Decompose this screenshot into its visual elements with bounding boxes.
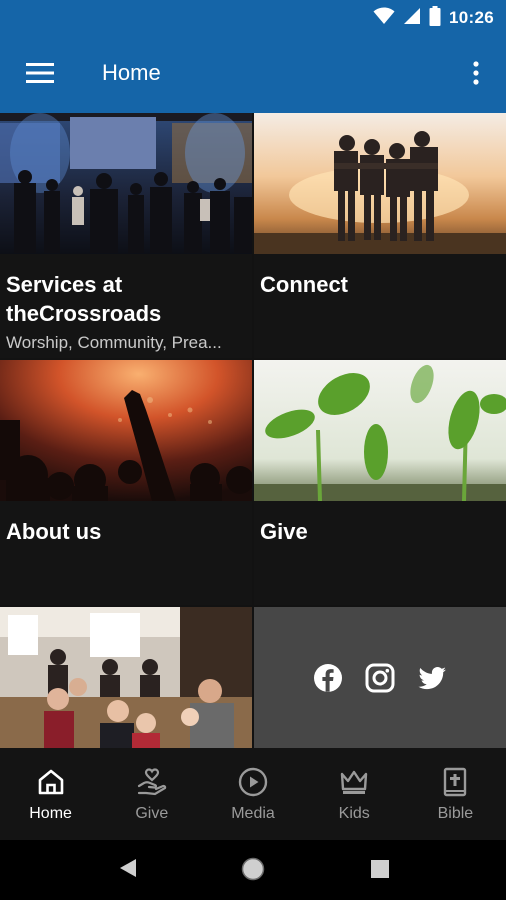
home-circle-icon[interactable] xyxy=(241,857,265,886)
home-tiles-grid: Services at theCrossroads Worship, Commu… xyxy=(0,113,506,748)
about-us-photo xyxy=(0,360,252,501)
give-photo xyxy=(254,360,506,502)
back-icon[interactable] xyxy=(118,857,138,884)
tile-connect-title: Connect xyxy=(260,272,348,297)
app-bar: Home xyxy=(0,36,506,113)
tile-give-title: Give xyxy=(260,519,308,544)
social-links xyxy=(254,607,506,748)
tile-about-us[interactable]: About us xyxy=(0,360,252,605)
twitter-icon[interactable] xyxy=(417,663,447,693)
bible-icon xyxy=(440,767,470,797)
tile-community-photo[interactable] xyxy=(0,607,252,748)
community-photo xyxy=(0,607,252,748)
tile-connect[interactable]: Connect xyxy=(254,113,506,358)
tile-give[interactable]: Give xyxy=(254,360,506,605)
crown-icon xyxy=(339,767,369,797)
battery-icon xyxy=(429,5,441,31)
nav-label-kids: Kids xyxy=(338,805,370,822)
status-time: 10:26 xyxy=(449,8,494,27)
recents-icon[interactable] xyxy=(371,860,389,883)
nav-label-give: Give xyxy=(135,805,169,822)
nav-item-media[interactable]: Media xyxy=(202,748,303,840)
nav-label-bible: Bible xyxy=(437,805,474,822)
facebook-icon[interactable] xyxy=(313,663,343,693)
overflow-menu-button[interactable] xyxy=(458,55,494,95)
nav-label-home: Home xyxy=(29,805,72,822)
nav-item-bible[interactable]: Bible xyxy=(405,748,506,840)
give-hand-heart-icon xyxy=(137,767,167,797)
tile-services-title-line1: Services at xyxy=(6,272,123,297)
signal-icon xyxy=(403,7,421,30)
tile-services-subtitle: Worship, Community, Prea... xyxy=(6,333,222,352)
menu-button[interactable] xyxy=(16,55,64,95)
tile-social-links xyxy=(254,607,506,748)
tile-services-title-line2: theCrossroads xyxy=(6,301,162,326)
status-icons: 10:26 xyxy=(373,5,494,31)
connect-photo xyxy=(254,113,506,254)
wifi-icon xyxy=(373,7,395,30)
status-bar: 10:26 xyxy=(0,0,506,36)
home-icon xyxy=(36,767,66,797)
tile-services[interactable]: Services at theCrossroads Worship, Commu… xyxy=(0,113,252,358)
instagram-icon[interactable] xyxy=(365,663,395,693)
page-title: Home xyxy=(102,60,161,85)
app-screen: 10:26 Home Services at theCrossroads Wor… xyxy=(0,0,506,900)
play-circle-icon xyxy=(238,767,268,797)
more-vertical-icon xyxy=(473,60,479,90)
nav-item-give[interactable]: Give xyxy=(101,748,202,840)
tile-services-title: Services at theCrossroads xyxy=(6,270,161,328)
system-navigation-bar xyxy=(0,840,506,900)
nav-item-kids[interactable]: Kids xyxy=(304,748,405,840)
services-photo xyxy=(0,113,252,254)
bottom-navigation: Home Give Media Kids Bible xyxy=(0,748,506,840)
nav-label-media: Media xyxy=(231,805,275,822)
nav-item-home[interactable]: Home xyxy=(0,748,101,840)
tile-about-us-title: About us xyxy=(6,519,102,544)
hamburger-icon xyxy=(26,62,54,88)
